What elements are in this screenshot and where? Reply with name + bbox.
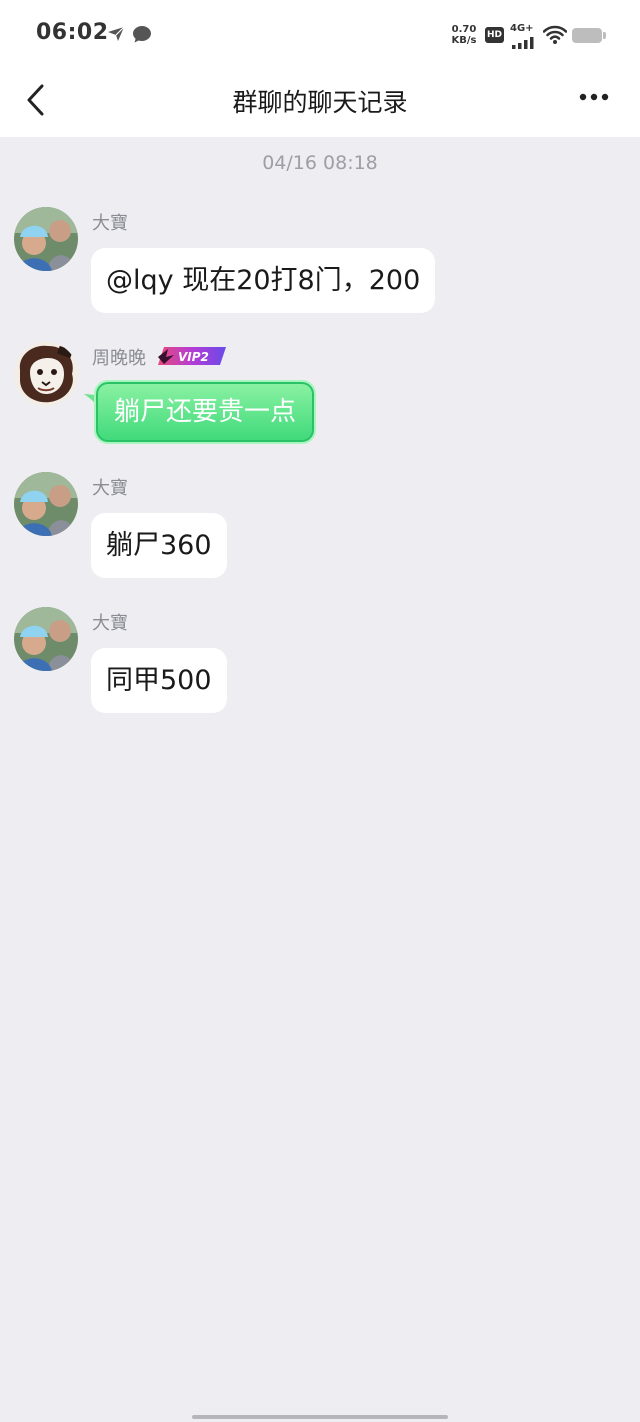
- avatar[interactable]: [14, 207, 78, 271]
- page-title: 群聊的聊天记录: [232, 88, 408, 117]
- chat-bubble-icon: [132, 24, 152, 48]
- photo-avatar-icon: [14, 472, 78, 536]
- vip-badge-label: VIP2: [178, 350, 209, 364]
- net-speed-unit: KB/s: [451, 35, 477, 46]
- wifi-icon: [542, 25, 568, 49]
- chat-history[interactable]: 04/16 08:18 大寶 @lqy 现在20打8门，200 周晚晚 VIP2…: [0, 137, 640, 1422]
- sender-name: 大寶: [92, 613, 128, 634]
- nav-bar: 群聊的聊天记录: [0, 70, 640, 137]
- status-bar: 06:02 0.70 KB/s HD 4G+: [0, 0, 640, 70]
- sender-name: 周晚晚: [92, 348, 146, 369]
- more-button[interactable]: [576, 82, 616, 112]
- network-type: 4G+: [510, 23, 534, 34]
- net-speed-value: 0.70: [451, 24, 477, 35]
- avatar[interactable]: [14, 607, 78, 671]
- more-dots-icon: [579, 93, 609, 101]
- photo-avatar-icon: [14, 207, 78, 271]
- home-indicator[interactable]: [192, 1415, 448, 1419]
- message-bubble[interactable]: 躺尸360: [91, 513, 227, 578]
- vip-badge: VIP2: [156, 345, 228, 371]
- status-time: 06:02: [36, 20, 109, 45]
- sender-name: 大寶: [92, 213, 128, 234]
- signal-icon: [512, 34, 536, 53]
- message-bubble[interactable]: 同甲500: [91, 648, 227, 713]
- kite-icon: [106, 24, 126, 48]
- sender-name: 大寶: [92, 478, 128, 499]
- message-timestamp: 04/16 08:18: [262, 152, 378, 174]
- hd-badge: HD: [485, 27, 504, 43]
- avatar[interactable]: [14, 472, 78, 536]
- net-speed: 0.70 KB/s: [448, 24, 480, 46]
- battery-icon: [572, 28, 606, 43]
- avatar[interactable]: [14, 342, 78, 406]
- lion-avatar-icon: [14, 342, 78, 406]
- message-bubble[interactable]: 躺尸还要贵一点: [94, 380, 317, 444]
- photo-avatar-icon: [14, 607, 78, 671]
- message-bubble[interactable]: @lqy 现在20打8门，200: [91, 248, 436, 313]
